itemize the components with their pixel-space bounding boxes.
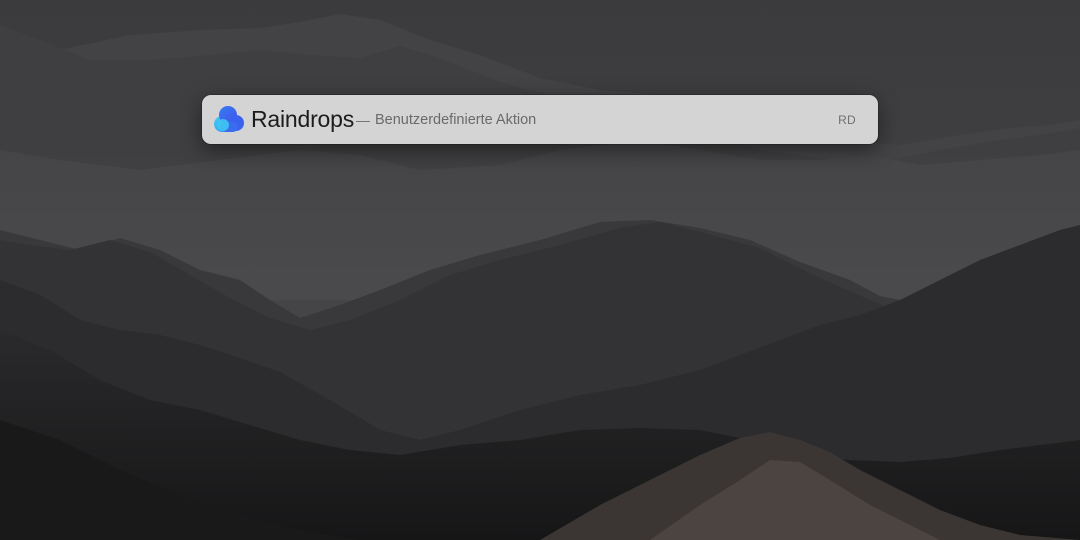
shortcut-abbreviation: RD: [838, 113, 856, 127]
launcher-search-bar[interactable]: Raindrops — Benutzerdefinierte Aktion RD: [202, 95, 878, 144]
raindrops-cloud-icon: [213, 105, 245, 133]
desktop-wallpaper: [0, 0, 1080, 540]
app-name: Raindrops: [251, 106, 355, 132]
action-label: Benutzerdefinierte Aktion: [375, 112, 537, 128]
separator-dash: —: [356, 112, 370, 128]
mountain-landscape-image: [0, 0, 1080, 540]
